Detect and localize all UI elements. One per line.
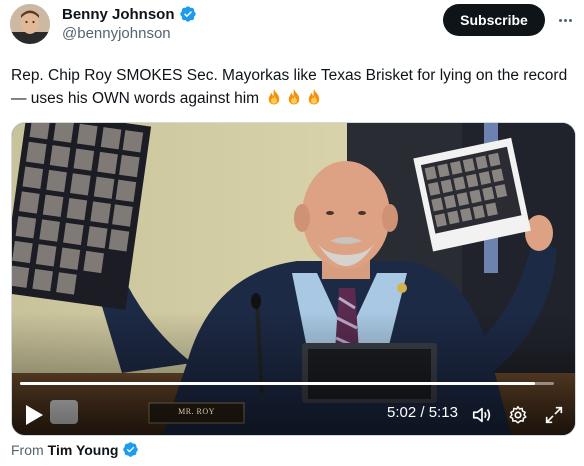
tweet-text-container: Rep. Chip Roy SMOKES Sec. Mayorkas like …: [11, 64, 579, 110]
time-total: 5:13: [428, 404, 458, 421]
fire-emoji-icon: [289, 88, 300, 105]
play-icon[interactable]: [24, 404, 44, 426]
progress-bar[interactable]: [20, 382, 554, 385]
video-controls: 5:02 / 5:13: [12, 123, 575, 435]
time-current: 5:02: [387, 404, 417, 421]
volume-icon[interactable]: [471, 404, 493, 426]
fire-emoji-icon: [269, 88, 280, 105]
author-name[interactable]: Benny Johnson: [62, 6, 175, 23]
settings-gear-icon[interactable]: [507, 404, 529, 426]
attribution-prefix: From: [11, 441, 44, 458]
video-player[interactable]: MR. ROY 5:02 / 5:13: [11, 122, 576, 436]
more-options-icon[interactable]: [554, 10, 576, 30]
author-name-row[interactable]: Benny Johnson: [62, 5, 197, 23]
fullscreen-expand-icon[interactable]: [543, 404, 565, 426]
verified-badge-icon: [179, 6, 196, 22]
time-separator: /: [420, 404, 425, 421]
verified-badge-icon: [123, 442, 139, 457]
fire-emoji-icon: [309, 88, 320, 105]
progress-fill: [20, 382, 536, 385]
profile-photo: [10, 4, 50, 44]
author-avatar[interactable]: [10, 4, 50, 44]
subscribe-button[interactable]: Subscribe: [443, 4, 545, 36]
author-handle[interactable]: @bennyjohnson: [62, 25, 171, 42]
source-attribution: From Tim Young: [11, 441, 139, 458]
attribution-name[interactable]: Tim Young: [48, 442, 119, 458]
time-display: 5:02 / 5:13: [387, 404, 458, 421]
